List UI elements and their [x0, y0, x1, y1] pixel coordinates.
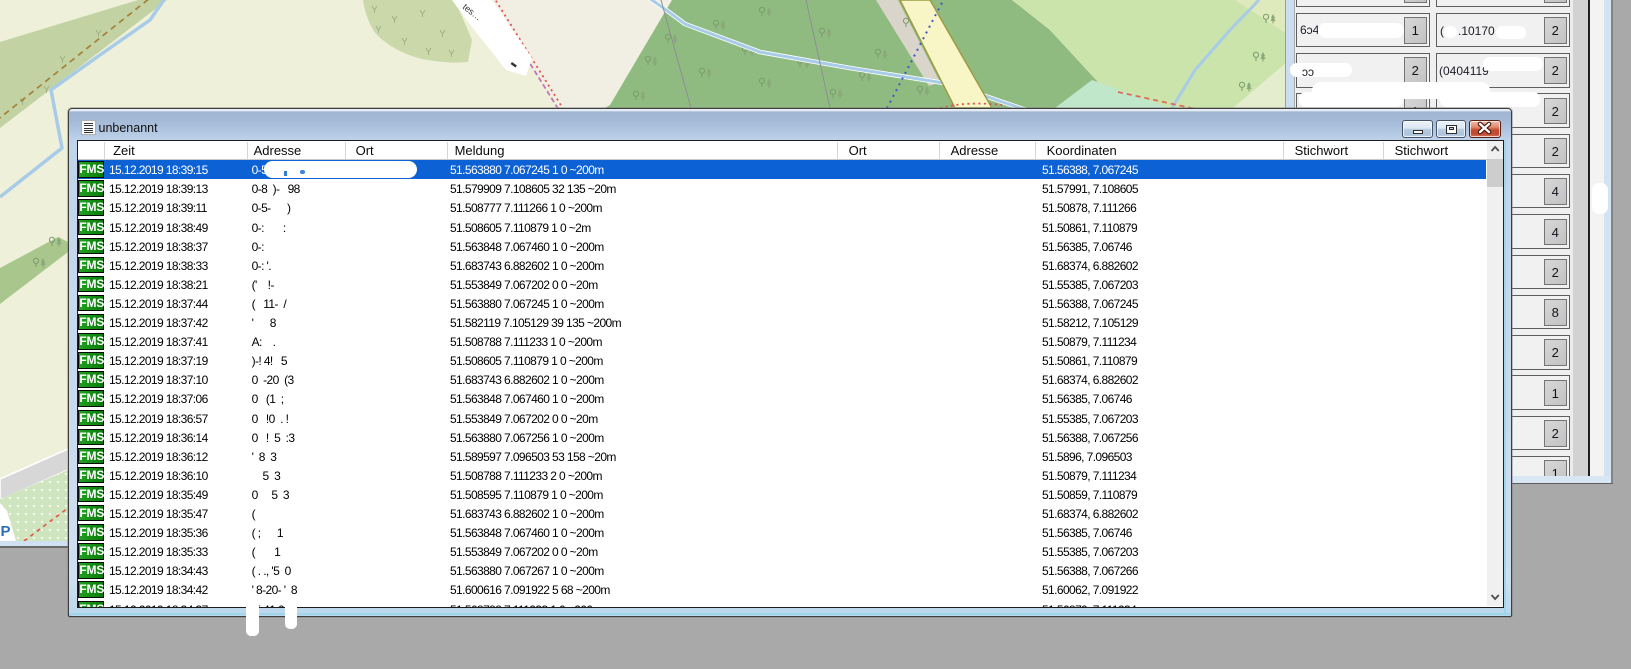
svg-text:P: P — [1, 523, 11, 540]
